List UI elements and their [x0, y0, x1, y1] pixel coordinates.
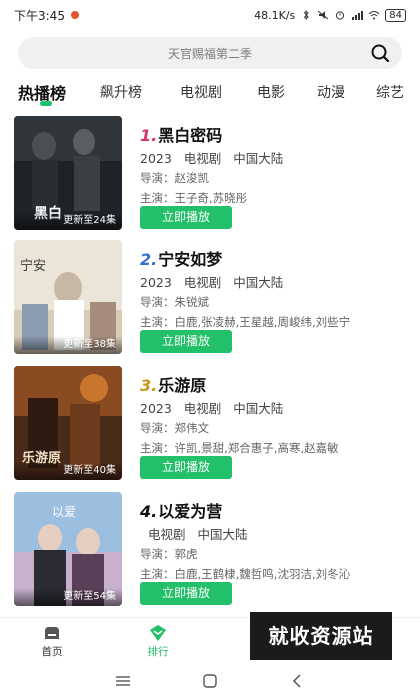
- item-title[interactable]: 以爱为营: [158, 498, 222, 522]
- play-now-button[interactable]: 立即播放: [140, 456, 232, 479]
- episode-badge: 更新至40集: [14, 462, 122, 480]
- item-meta: 电视剧 中国大陆: [140, 524, 256, 543]
- nav-ranking[interactable]: 排行: [118, 618, 198, 663]
- item-type: 电视剧: [183, 275, 222, 290]
- item-cast: 主演：白鹿,王鹤棣,魏哲鸣,沈羽洁,刘冬沁: [140, 567, 351, 581]
- item-meta: 2023 电视剧 中国大陆: [140, 272, 291, 291]
- home-icon: [45, 627, 59, 639]
- signal-icon: [352, 11, 364, 20]
- item-year: 2023: [140, 401, 172, 416]
- item-year: 2023: [140, 275, 172, 290]
- rank-number: 2.: [140, 250, 158, 269]
- recent-apps-button[interactable]: [113, 671, 133, 691]
- network-speed: 48.1K/s: [254, 8, 296, 22]
- wifi-icon: [368, 11, 380, 20]
- nav-ranking-label: 排行: [147, 646, 169, 658]
- list-item[interactable]: 以爱 更新至54集 4. 以爱为营 电视剧 中国大陆 导演：郭虎 主演：白鹿,王…: [0, 492, 420, 612]
- item-type: 电视剧: [183, 401, 222, 416]
- notification-dot-icon: [70, 11, 79, 19]
- square-icon: [203, 674, 217, 688]
- episode-badge: 更新至38集: [14, 336, 122, 354]
- item-title[interactable]: 宁安如梦: [158, 246, 222, 270]
- item-director: 导演：朱锐斌: [140, 295, 209, 309]
- item-title[interactable]: 黑白密码: [158, 122, 222, 146]
- item-type: 电视剧: [183, 151, 222, 166]
- watermark-banner: 就收资源站: [250, 612, 392, 660]
- item-cast: 主演：许凯,景甜,郑合惠子,高寒,赵嘉敏: [140, 441, 339, 455]
- item-type: 电视剧: [148, 527, 186, 542]
- ranking-list: 黑白 更新至24集 1. 黑白密码 2023 电视剧 中国大陆 导演：赵浚凯 主…: [0, 112, 420, 617]
- tab-anime[interactable]: 动漫: [317, 82, 345, 102]
- list-item[interactable]: 宁安 更新至38集 2. 宁安如梦 2023 电视剧 中国大陆 导演：朱锐斌 主…: [0, 240, 420, 360]
- item-region: 中国大陆: [233, 275, 284, 290]
- bluetooth-icon: [303, 10, 309, 20]
- item-meta: 2023 电视剧 中国大陆: [140, 398, 291, 417]
- alarm-icon: [336, 11, 345, 20]
- episode-badge: 更新至54集: [14, 588, 122, 606]
- home-button[interactable]: [200, 671, 220, 691]
- status-right: 48.1K/s 84: [254, 8, 406, 22]
- poster-image[interactable]: 黑白 更新至24集: [14, 116, 122, 230]
- poster-image[interactable]: 以爱 更新至54集: [14, 492, 122, 606]
- item-director: 导演：郑伟文: [140, 421, 209, 435]
- item-title-row: 4. 以爱为营: [140, 498, 222, 522]
- item-cast: 主演：白鹿,张凌赫,王星越,周峻纬,刘些宁: [140, 315, 351, 329]
- back-arrow-icon: [292, 674, 301, 688]
- item-region: 中国大陆: [197, 527, 248, 542]
- item-title-row: 3. 乐游原: [140, 372, 206, 396]
- menu-icon: [116, 676, 131, 686]
- item-meta: 2023 电视剧 中国大陆: [140, 148, 291, 167]
- list-item[interactable]: 乐游原 更新至40集 3. 乐游原 2023 电视剧 中国大陆 导演：郑伟文 主…: [0, 366, 420, 486]
- svg-text:以爱: 以爱: [52, 505, 76, 519]
- search-bar[interactable]: 天官赐福第二季: [18, 37, 402, 69]
- item-region: 中国大陆: [233, 151, 284, 166]
- episode-badge: 更新至24集: [14, 212, 122, 230]
- search-placeholder[interactable]: 天官赐福第二季: [168, 45, 252, 62]
- item-year: 2023: [140, 151, 172, 166]
- status-time: 下午3:45: [14, 8, 65, 23]
- rank-number: 3.: [140, 376, 158, 395]
- poster-image[interactable]: 宁安 更新至38集: [14, 240, 122, 354]
- status-bar: 下午3:45 48.1K/s 84: [0, 0, 420, 30]
- rank-number: 1.: [140, 126, 158, 145]
- item-cast: 主演：王子奇,苏晓彤: [140, 191, 248, 205]
- list-item[interactable]: 黑白 更新至24集 1. 黑白密码 2023 电视剧 中国大陆 导演：赵浚凯 主…: [0, 116, 420, 236]
- back-button[interactable]: [287, 671, 307, 691]
- tab-rising[interactable]: 飙升榜: [100, 82, 142, 102]
- poster-image[interactable]: 乐游原 更新至40集: [14, 366, 122, 480]
- battery-indicator: 84: [385, 8, 406, 22]
- play-now-button[interactable]: 立即播放: [140, 206, 232, 229]
- play-now-button[interactable]: 立即播放: [140, 330, 232, 353]
- item-title-row: 2. 宁安如梦: [140, 246, 222, 270]
- item-director: 导演：赵浚凯: [140, 171, 209, 185]
- nav-home-label: 首页: [41, 646, 63, 658]
- active-tab-indicator: [40, 101, 52, 106]
- nav-home[interactable]: 首页: [12, 618, 92, 663]
- system-nav-bar: [0, 662, 420, 700]
- status-left: 下午3:45: [14, 7, 79, 24]
- item-director: 导演：郭虎: [140, 547, 198, 561]
- tab-tv[interactable]: 电视剧: [180, 82, 222, 102]
- play-now-button[interactable]: 立即播放: [140, 582, 232, 605]
- item-title-row: 1. 黑白密码: [140, 122, 222, 146]
- item-region: 中国大陆: [233, 401, 284, 416]
- search-icon[interactable]: [370, 43, 390, 63]
- ranking-icon: [150, 625, 166, 641]
- category-tabs: 热播榜 飙升榜 电视剧 电影 动漫 综艺: [0, 74, 420, 110]
- svg-text:宁安: 宁安: [20, 258, 46, 274]
- rank-number: 4.: [140, 502, 158, 521]
- item-title[interactable]: 乐游原: [158, 372, 206, 396]
- tab-movie[interactable]: 电影: [257, 82, 285, 102]
- mute-icon: [317, 10, 329, 20]
- tab-variety[interactable]: 综艺: [376, 82, 404, 102]
